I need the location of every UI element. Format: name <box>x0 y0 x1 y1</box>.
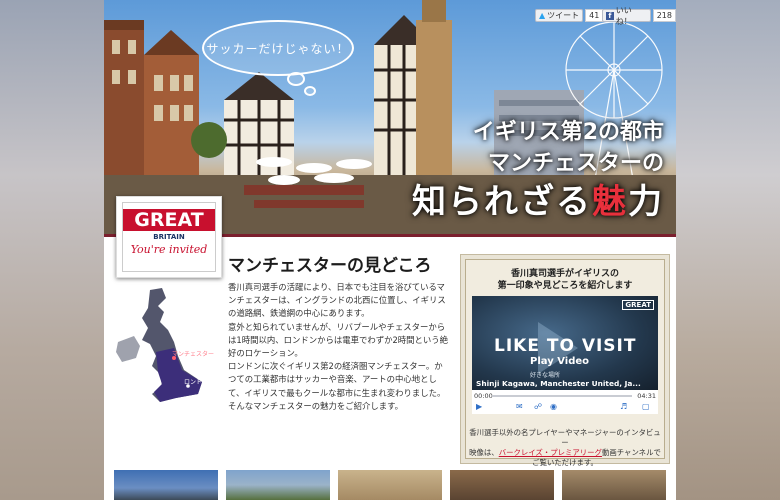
video-subtitle: 好きな場所 <box>530 372 561 379</box>
speech-bubble-dot <box>287 72 305 86</box>
time-end: 04:31 <box>637 392 656 400</box>
video-panel-footer: 香川選手以外の名プレイヤーやマネージャーのインタビュー 映像は、バークレイズ・プ… <box>466 428 664 468</box>
facebook-like-share[interactable]: f いいね！ 218 <box>602 6 676 26</box>
video-footer-text: 映像は、 <box>469 448 499 457</box>
video-footer-line: 香川選手以外の名プレイヤーやマネージャーのインタビュー <box>469 428 661 447</box>
photo-thumbnail[interactable] <box>114 470 218 500</box>
map-label-london: ロンドン <box>184 379 208 386</box>
intro-paragraph: 香川真司選手の活躍により、日本でも注目を浴びているマンチェスターは、イングランド… <box>228 282 446 319</box>
video-player[interactable]: GREAT LIKE TO VISIT Play Video 好きな場所 Shi… <box>472 296 658 414</box>
intro-paragraph: 意外と知られていませんが、リバプールやチェスターからは1時間以内、ロンドンからは… <box>228 321 449 359</box>
great-britain-logo[interactable]: GREAT BRITAIN You're invited <box>116 196 222 278</box>
photo-thumbnail[interactable] <box>562 470 666 500</box>
seek-bar[interactable] <box>492 395 632 397</box>
time-start: 00:00 <box>474 392 493 400</box>
tagline-text: 力 <box>628 182 664 222</box>
speech-bubble-text: サッカーだけじゃない！ <box>206 41 350 56</box>
background-right-cathedral <box>676 0 780 500</box>
link-icon[interactable]: ☍ <box>534 402 542 411</box>
tweet-label: ツイート <box>547 11 580 20</box>
map-label-manchester: マンチェスター <box>172 350 214 358</box>
invited-label: You're invited <box>130 243 208 256</box>
mail-icon[interactable]: ✉ <box>516 402 523 411</box>
intro-text: 香川真司選手の活躍により、日本でも注目を浴びているマンチェスターは、イングランド… <box>228 281 450 413</box>
video-panel: 香川真司選手がイギリスの 第一印象や見どころを紹介します GREAT LIKE … <box>460 254 670 467</box>
fullscreen-icon[interactable]: ▢ <box>642 402 650 411</box>
video-heading-line: 第一印象や見どころを紹介します <box>497 281 633 291</box>
play-video-label[interactable]: Play Video <box>530 356 589 367</box>
section-title: マンチェスターの見どころ <box>228 256 432 276</box>
video-panel-heading: 香川真司選手がイギリスの 第一印象や見どころを紹介します <box>466 268 664 292</box>
britain-label: BRITAIN <box>153 233 185 241</box>
like-count: 218 <box>652 9 676 22</box>
photo-thumbnail[interactable] <box>338 470 442 500</box>
embed-icon[interactable]: ◉ <box>550 402 557 411</box>
photo-thumbnail[interactable] <box>226 470 330 500</box>
video-caption[interactable]: Shinji Kagawa, Manchester United, Ja... <box>476 379 641 388</box>
video-heading-line: 香川真司選手がイギリスの <box>510 269 619 279</box>
volume-icon[interactable]: ♬ <box>620 402 627 411</box>
background-left-cathedral <box>0 0 104 500</box>
speech-bubble-dot <box>304 86 316 96</box>
premier-league-link[interactable]: バークレイズ・プレミアリーグ <box>499 448 602 457</box>
video-controls: 00:00 04:31 ▶ ✉ ☍ ◉ ♬ ▢ <box>472 390 658 414</box>
facebook-icon: f <box>606 11 614 20</box>
video-footer-text: 動画チャンネルで <box>601 448 661 457</box>
video-title: LIKE TO VISIT <box>494 336 637 356</box>
photo-thumbnails <box>114 470 670 500</box>
great-wordmark: GREAT <box>123 209 215 231</box>
tweet-button[interactable]: ▲ ツイート <box>535 9 584 22</box>
like-button[interactable]: f いいね！ <box>602 6 651 26</box>
tagline-accent: 魅 <box>592 182 628 222</box>
uk-map: マンチェスター ロンドン <box>116 288 214 402</box>
speech-bubble: サッカーだけじゃない！ <box>202 20 354 76</box>
great-logo-frame: GREAT BRITAIN You're invited <box>122 202 216 272</box>
photo-thumbnail[interactable] <box>450 470 554 500</box>
video-badge: GREAT <box>622 300 654 310</box>
intro-paragraph: ロンドンに次ぐイギリス第2の経済圏マンチェスター。かつての工業都市はサッカーや音… <box>228 361 446 411</box>
page-content: サッカーだけじゃない！ ▲ ツイート 41 f いいね！ 218 イギリス第2の… <box>104 0 676 500</box>
tagline-line-3: 知られざる魅力 <box>412 174 664 223</box>
tweet-count: 41 <box>585 9 604 22</box>
twitter-bird-icon: ▲ <box>539 11 546 20</box>
video-panel-frame: 香川真司選手がイギリスの 第一印象や見どころを紹介します GREAT LIKE … <box>465 259 665 467</box>
video-footer-line: 映像は、バークレイズ・プレミアリーグ動画チャンネルで <box>466 448 664 458</box>
like-label: いいね！ <box>615 5 632 26</box>
play-icon[interactable]: ▶ <box>476 402 482 411</box>
tagline-text: 知られざる <box>412 182 592 222</box>
tagline-line-1: イギリス第2の都市 <box>472 120 664 145</box>
tweet-share[interactable]: ▲ ツイート 41 <box>535 9 604 22</box>
tagline-line-2: マンチェスターの <box>487 151 664 176</box>
video-footer-line: ご覧いただけます。 <box>532 458 598 467</box>
